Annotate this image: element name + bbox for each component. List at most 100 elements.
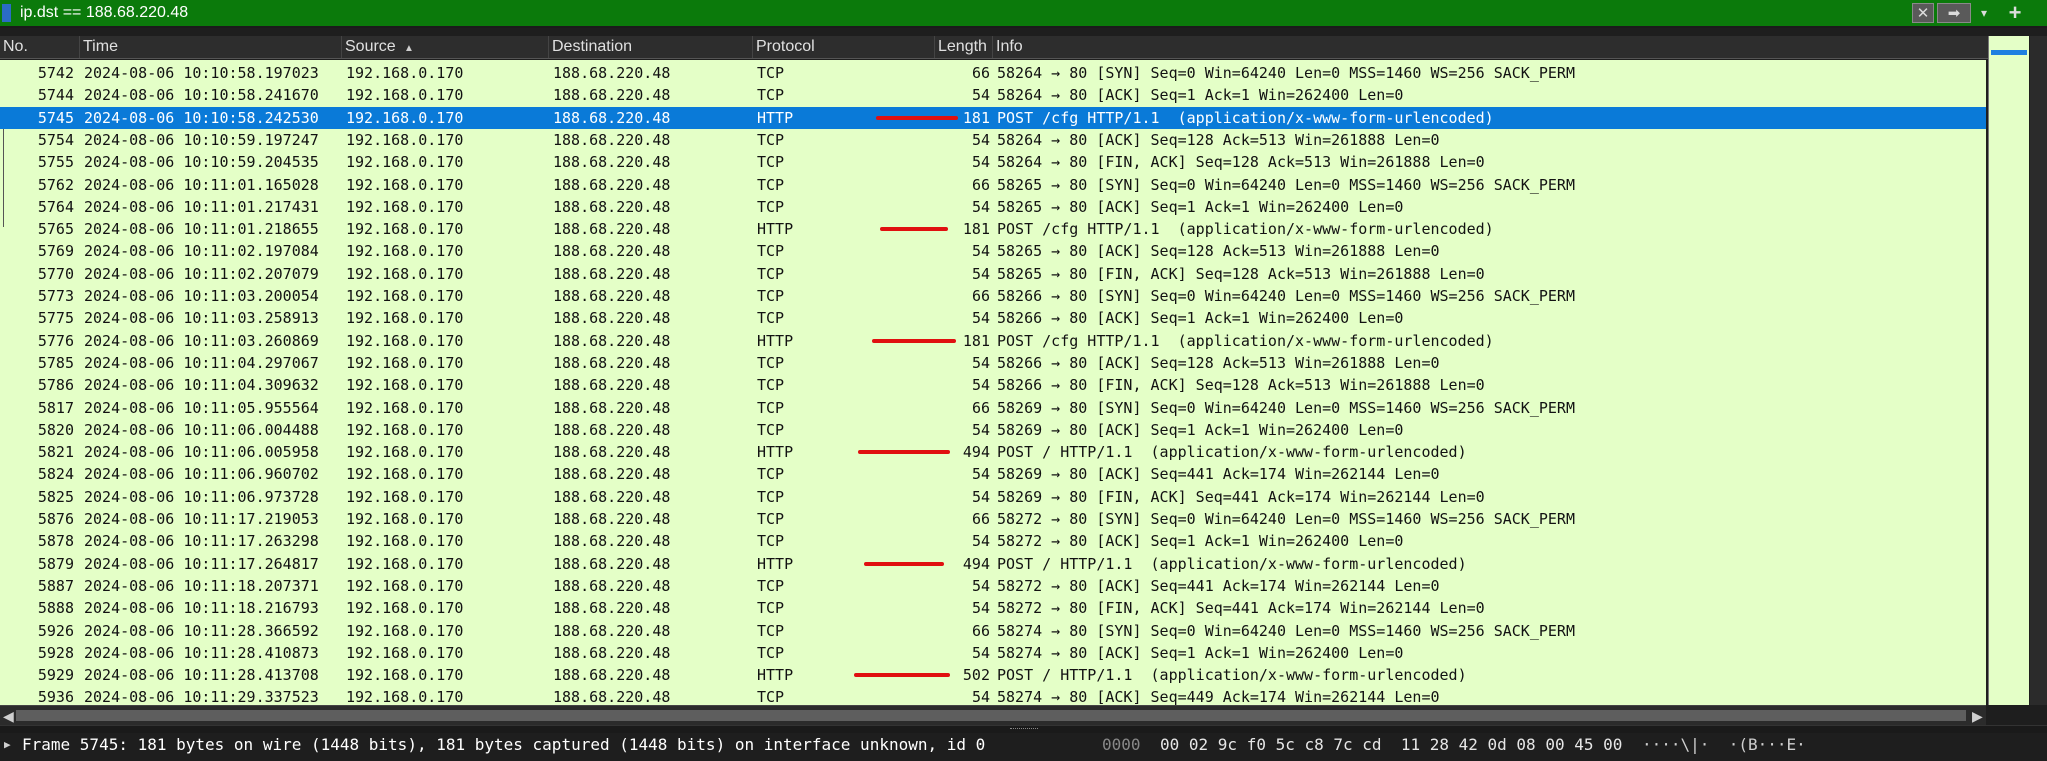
packet-info: 58272 → 80 [ACK] Seq=1 Ack=1 Win=262400 … xyxy=(997,532,1404,551)
packet-info: 58266 → 80 [ACK] Seq=128 Ack=513 Win=261… xyxy=(997,353,1440,372)
packet-row[interactable]: 5928 2024-08-06 10:11:28.410873 192.168.0.… xyxy=(0,642,1986,664)
packet-row[interactable]: 5744 2024-08-06 10:10:58.241670 192.168.0.… xyxy=(0,84,1986,106)
packet-no: 5821 xyxy=(37,443,74,462)
add-filter-button-icon[interactable]: + xyxy=(2004,2,2026,24)
packet-minimap[interactable] xyxy=(1988,36,2029,705)
packet-destination: 188.68.220.48 xyxy=(553,443,671,462)
vertical-scrollbar[interactable] xyxy=(2030,36,2047,705)
column-header-info[interactable]: Info xyxy=(993,36,1990,58)
display-filter-input[interactable] xyxy=(20,0,1900,26)
display-filter-bar: ✕ ➡ ▾ + xyxy=(0,0,2047,28)
packet-destination: 188.68.220.48 xyxy=(553,621,671,640)
packet-row[interactable]: 5879 2024-08-06 10:11:17.264817 192.168.0.… xyxy=(0,553,1986,575)
packet-row[interactable]: 5817 2024-08-06 10:11:05.955564 192.168.0.… xyxy=(0,397,1986,419)
apply-filter-icon[interactable]: ➡ xyxy=(1937,3,1971,23)
packet-length: 54 xyxy=(971,420,990,439)
packet-length: 54 xyxy=(971,599,990,618)
horizontal-scroll-thumb[interactable] xyxy=(16,710,1966,721)
packet-source: 192.168.0.170 xyxy=(346,64,464,82)
packet-row[interactable]: 5929 2024-08-06 10:11:28.413708 192.168.0.… xyxy=(0,664,1986,686)
packet-row[interactable]: 5775 2024-08-06 10:11:03.258913 192.168.0.… xyxy=(0,307,1986,329)
packet-time: 2024-08-06 10:11:28.410873 xyxy=(84,643,319,662)
column-header-length[interactable]: Length xyxy=(935,36,993,58)
packet-length: 54 xyxy=(971,197,990,216)
packet-time: 2024-08-06 10:11:04.297067 xyxy=(84,353,319,372)
packet-row[interactable]: 5765 2024-08-06 10:11:01.218655 192.168.0.… xyxy=(0,218,1986,240)
packet-length: 54 xyxy=(971,242,990,261)
packet-protocol: TCP xyxy=(757,287,785,305)
pane-splitter[interactable] xyxy=(0,725,2047,733)
packet-row[interactable]: 5773 2024-08-06 10:11:03.200054 192.168.0.… xyxy=(0,285,1986,307)
packet-length: 54 xyxy=(971,86,990,105)
packet-time: 2024-08-06 10:10:59.197247 xyxy=(84,130,319,149)
packet-protocol: HTTP xyxy=(757,666,794,685)
column-header-time[interactable]: Time ▲ xyxy=(80,36,414,58)
horizontal-scrollbar[interactable]: ◀ ▶ xyxy=(0,705,1986,726)
packet-info: 58269 → 80 [FIN, ACK] Seq=441 Ack=174 Wi… xyxy=(997,487,1485,506)
packet-no: 5825 xyxy=(37,487,74,506)
packet-row[interactable]: 5820 2024-08-06 10:11:06.004488 192.168.0.… xyxy=(0,419,1986,441)
packet-info: 58269 → 80 [ACK] Seq=441 Ack=174 Win=262… xyxy=(997,465,1440,484)
packet-row[interactable]: 5786 2024-08-06 10:11:04.309632 192.168.0.… xyxy=(0,374,1986,396)
column-header-protocol[interactable]: Protocol xyxy=(753,36,935,58)
packet-details-pane[interactable]: ▶ Frame 5745: 181 bytes on wire (1448 bi… xyxy=(0,733,1095,761)
clear-filter-icon[interactable]: ✕ xyxy=(1912,3,1934,23)
bookmark-icon[interactable] xyxy=(2,4,11,22)
packet-row[interactable]: 5926 2024-08-06 10:11:28.366592 192.168.0.… xyxy=(0,620,1986,642)
frame-summary-line[interactable]: Frame 5745: 181 bytes on wire (1448 bits… xyxy=(22,733,985,757)
packet-row[interactable]: 5821 2024-08-06 10:11:06.005958 192.168.0.… xyxy=(0,441,1986,463)
packet-destination: 188.68.220.48 xyxy=(553,420,671,439)
packet-source: 192.168.0.170 xyxy=(346,264,464,283)
column-header-no[interactable]: No. xyxy=(0,36,80,58)
filter-history-dropdown-icon[interactable]: ▾ xyxy=(1976,3,1992,23)
packet-source: 192.168.0.170 xyxy=(346,554,464,573)
packet-row[interactable]: 5825 2024-08-06 10:11:06.973728 192.168.0.… xyxy=(0,486,1986,508)
packet-row[interactable]: 5769 2024-08-06 10:11:02.197084 192.168.0.… xyxy=(0,240,1986,262)
packet-row[interactable]: 5878 2024-08-06 10:11:17.263298 192.168.0.… xyxy=(0,530,1986,552)
expand-arrow-icon[interactable]: ▶ xyxy=(4,733,11,757)
packet-time: 2024-08-06 10:11:02.207079 xyxy=(84,264,319,283)
packet-bytes-pane[interactable]: 0000 00 02 9c f0 5c c8 7c cd 11 28 42 0d… xyxy=(1098,733,2047,761)
packet-info: 58274 → 80 [ACK] Seq=449 Ack=174 Win=262… xyxy=(997,688,1440,705)
packet-row-selected[interactable]: 5745 2024-08-06 10:10:58.242530 192.168.0.… xyxy=(0,106,1986,129)
packet-time: 2024-08-06 10:11:05.955564 xyxy=(84,398,319,417)
scroll-right-icon[interactable]: ▶ xyxy=(1972,706,1983,726)
hex-offset: 0000 xyxy=(1102,735,1141,754)
packet-source: 192.168.0.170 xyxy=(346,376,464,395)
packet-list[interactable]: 5742 2024-08-06 10:10:58.197023 192.168.0.… xyxy=(0,60,1986,705)
hex-bytes[interactable]: 00 02 9c f0 5c c8 7c cd 11 28 42 0d 08 0… xyxy=(1160,733,1622,757)
packet-protocol: HTTP xyxy=(757,108,794,127)
scroll-left-icon[interactable]: ◀ xyxy=(3,706,14,726)
packet-row[interactable]: 5824 2024-08-06 10:11:06.960702 192.168.0.… xyxy=(0,463,1986,485)
packet-source: 192.168.0.170 xyxy=(346,287,464,305)
packet-no: 5786 xyxy=(37,376,74,395)
packet-protocol: TCP xyxy=(757,376,785,395)
packet-no: 5824 xyxy=(37,465,74,484)
packet-row[interactable]: 5936 2024-08-06 10:11:29.337523 192.168.0.… xyxy=(0,686,1986,705)
packet-info: 58274 → 80 [ACK] Seq=1 Ack=1 Win=262400 … xyxy=(997,643,1404,662)
packet-no: 5820 xyxy=(37,420,74,439)
packet-row[interactable]: 5764 2024-08-06 10:11:01.217431 192.168.0.… xyxy=(0,196,1986,218)
packet-row[interactable]: 5762 2024-08-06 10:11:01.165028 192.168.0.… xyxy=(0,174,1986,196)
packet-time: 2024-08-06 10:11:06.004488 xyxy=(84,420,319,439)
packet-row[interactable]: 5755 2024-08-06 10:10:59.204535 192.168.0.… xyxy=(0,151,1986,173)
packet-row[interactable]: 5888 2024-08-06 10:11:18.216793 192.168.0.… xyxy=(0,597,1986,619)
packet-row[interactable]: 5742 2024-08-06 10:10:58.197023 192.168.0.… xyxy=(0,62,1986,84)
packet-row[interactable]: 5887 2024-08-06 10:11:18.207371 192.168.0.… xyxy=(0,575,1986,597)
packet-row[interactable]: 5776 2024-08-06 10:11:03.260869 192.168.0.… xyxy=(0,330,1986,352)
column-header-source[interactable]: Source xyxy=(342,36,549,58)
packet-no: 5745 xyxy=(37,108,74,127)
packet-info: 58266 → 80 [ACK] Seq=1 Ack=1 Win=262400 … xyxy=(997,309,1404,328)
hex-ascii[interactable]: ····\|· ·(B···E· xyxy=(1642,733,1806,757)
column-header-destination[interactable]: Destination xyxy=(549,36,753,58)
packet-protocol: TCP xyxy=(757,576,785,595)
packet-source: 192.168.0.170 xyxy=(346,242,464,261)
packet-row[interactable]: 5785 2024-08-06 10:11:04.297067 192.168.0.… xyxy=(0,352,1986,374)
packet-row[interactable]: 5770 2024-08-06 10:11:02.207079 192.168.0.… xyxy=(0,263,1986,285)
packet-destination: 188.68.220.48 xyxy=(553,287,671,305)
packet-row[interactable]: 5876 2024-08-06 10:11:17.219053 192.168.0.… xyxy=(0,508,1986,530)
packet-no: 5755 xyxy=(37,153,74,172)
splitter-grip-icon[interactable] xyxy=(1010,728,1038,731)
packet-protocol: TCP xyxy=(757,532,785,551)
packet-row[interactable]: 5754 2024-08-06 10:10:59.197247 192.168.0.… xyxy=(0,129,1986,151)
